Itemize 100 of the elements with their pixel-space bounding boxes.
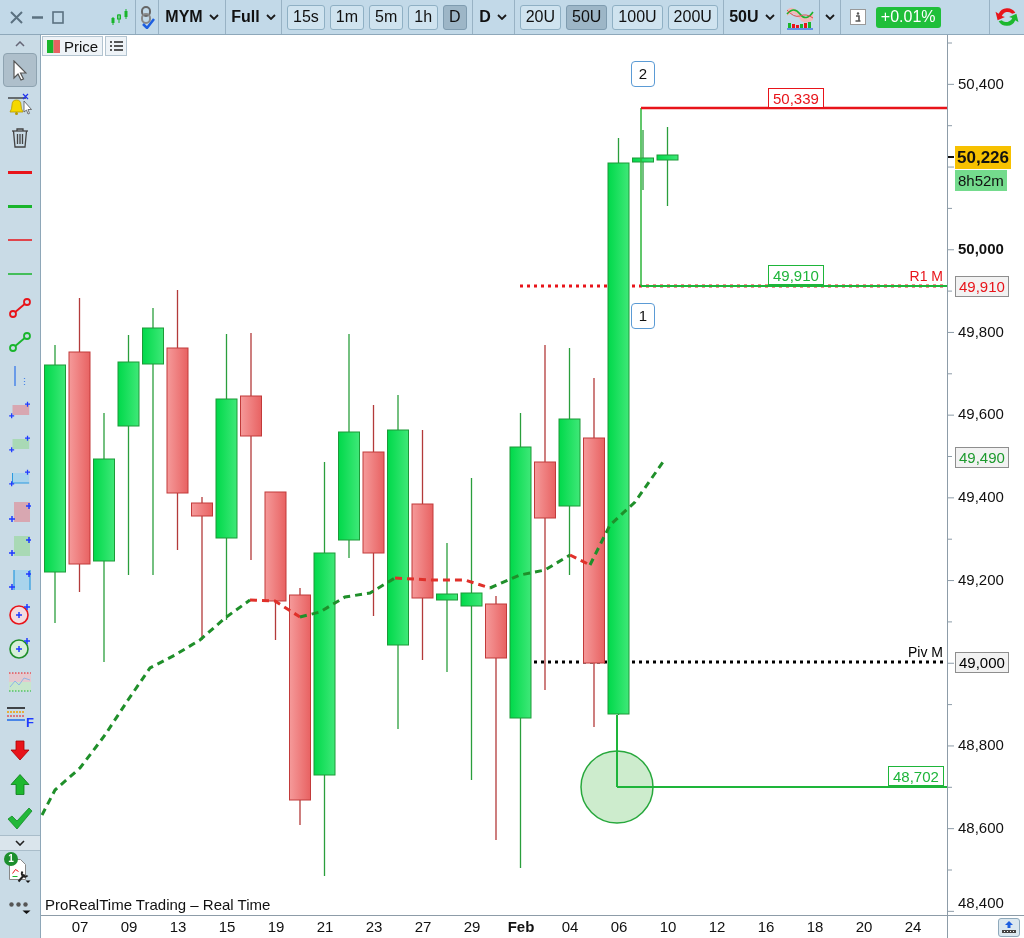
- change-badge: +0.01%: [875, 6, 941, 28]
- units-dropdown[interactable]: 50U: [723, 0, 780, 34]
- point-label: 2: [631, 61, 655, 87]
- date-axis-label: 21: [315, 918, 335, 936]
- maximize-icon[interactable]: [52, 10, 64, 24]
- drawing-tool-button[interactable]: F: [3, 699, 37, 733]
- horizontal-line-icon: [8, 204, 32, 208]
- date-axis-label: 19: [266, 918, 286, 936]
- date-axis-label: 13: [168, 918, 188, 936]
- price-axis-label: 49,800: [958, 323, 1004, 341]
- units-button[interactable]: 20U: [519, 4, 561, 30]
- notification-badge: 1: [4, 852, 18, 866]
- pivot-price-tag: 49,000: [955, 652, 1009, 673]
- chevron-down-icon: [15, 840, 25, 846]
- segment-icon: [9, 331, 31, 353]
- price-axis-label: 50,000: [958, 240, 1004, 258]
- price-axis-label: 49,600: [958, 405, 1004, 423]
- date-axis-label: 12: [707, 918, 727, 936]
- trash-icon: [11, 128, 29, 148]
- level-price-tag: 50,339: [768, 88, 824, 108]
- price-axis-label: 50,400: [958, 75, 1004, 93]
- chevron-down-icon: [208, 14, 219, 20]
- date-axis-label: 07: [70, 918, 90, 936]
- interval-button[interactable]: 1m: [329, 4, 365, 30]
- pivot-price-tag: 49,910: [955, 276, 1009, 297]
- chevron-down-icon: [265, 14, 276, 20]
- horizontal-line-icon: [8, 273, 32, 275]
- rectangle-icon: [7, 468, 33, 488]
- band-chart-icon: [8, 672, 32, 692]
- candlestick-icon[interactable]: [110, 8, 129, 26]
- chart-tab[interactable]: Price: [42, 36, 104, 56]
- date-axis-label: 27: [413, 918, 433, 936]
- info-icon[interactable]: [849, 9, 866, 25]
- date-axis-label: 16: [756, 918, 776, 936]
- settings-button[interactable]: 1: [2, 851, 38, 891]
- rectangle-icon: [9, 500, 31, 524]
- date-axis-label: 20: [854, 918, 874, 936]
- down-arrow-icon: [10, 739, 30, 761]
- chart-legend: ProRealTime Trading – Real Time: [45, 896, 271, 914]
- cursor-icon: [13, 59, 27, 81]
- countdown-tag: 8h52m: [955, 170, 1007, 191]
- scale-button[interactable]: [998, 917, 1020, 937]
- circle-plus-icon: [9, 637, 31, 659]
- date-axis-label: 29: [462, 918, 482, 936]
- units-button[interactable]: 100U: [612, 4, 663, 30]
- upload-icon: [1002, 921, 1016, 933]
- last-price-tag: 50,226: [955, 146, 1011, 169]
- refresh-icon[interactable]: [995, 6, 1019, 28]
- point-label: 1: [631, 303, 655, 329]
- price-axis-label: 49,200: [958, 571, 1004, 589]
- link-check-icon[interactable]: [139, 5, 155, 29]
- units-button[interactable]: 200U: [667, 4, 718, 30]
- more-icon: [9, 902, 31, 914]
- chevron-up-icon[interactable]: [15, 41, 25, 47]
- close-icon[interactable]: [10, 10, 23, 24]
- date-axis-label: 24: [903, 918, 923, 936]
- price-swatch-icon: [47, 39, 60, 53]
- chevron-down-icon: [764, 14, 775, 20]
- price-axis-label: 48,600: [958, 819, 1004, 837]
- drawing-tool-button[interactable]: [3, 53, 37, 87]
- view-dropdown[interactable]: Full: [226, 0, 281, 34]
- fibonacci-icon: [6, 707, 26, 722]
- up-arrow-icon: [10, 773, 30, 795]
- list-icon: [109, 41, 123, 51]
- average-price-tag: 49,490: [955, 447, 1009, 468]
- rectangle-icon: [9, 534, 31, 558]
- list-button[interactable]: [105, 36, 128, 56]
- date-axis-label: 10: [658, 918, 678, 936]
- interval-button[interactable]: 15s: [287, 4, 325, 30]
- minimize-icon[interactable]: [32, 15, 43, 19]
- pivot-label: R1 M: [909, 268, 943, 284]
- candlestick: [632, 129, 654, 191]
- level-price-tag: 49,910: [768, 265, 824, 285]
- chevron-down-icon: [496, 14, 507, 20]
- price-axis-label: 48,800: [958, 736, 1004, 754]
- interval-button[interactable]: 1h: [408, 4, 439, 30]
- checkmark-icon: [7, 806, 33, 830]
- units-button[interactable]: 50U: [566, 4, 608, 30]
- date-axis-label: 09: [119, 918, 139, 936]
- period-dropdown[interactable]: D: [472, 0, 514, 34]
- price-axis-label: 49,400: [958, 488, 1004, 506]
- rectangle-icon: [7, 434, 33, 454]
- rectangle-icon: [7, 400, 33, 420]
- date-axis-label: Feb: [506, 918, 536, 936]
- vertical-line-icon: [14, 366, 26, 386]
- circle-plus-icon: [9, 603, 31, 625]
- horizontal-line-icon: [8, 239, 32, 241]
- level-price-tag: 48,702: [888, 766, 944, 786]
- interval-button[interactable]: D: [443, 4, 467, 30]
- chevron-down-icon: [824, 14, 835, 20]
- horizontal-line-icon: [8, 170, 32, 174]
- date-axis-label: 18: [805, 918, 825, 936]
- interval-button[interactable]: 5m: [369, 4, 404, 30]
- date-axis-label: 23: [364, 918, 384, 936]
- symbol-dropdown[interactable]: MYM: [159, 0, 225, 34]
- bell-cursor-icon: [7, 92, 33, 116]
- collapse-strip[interactable]: [0, 835, 40, 851]
- rectangle-icon: [9, 568, 31, 592]
- date-axis-label: 15: [217, 918, 237, 936]
- price-axis-label: 48,400: [958, 894, 1004, 912]
